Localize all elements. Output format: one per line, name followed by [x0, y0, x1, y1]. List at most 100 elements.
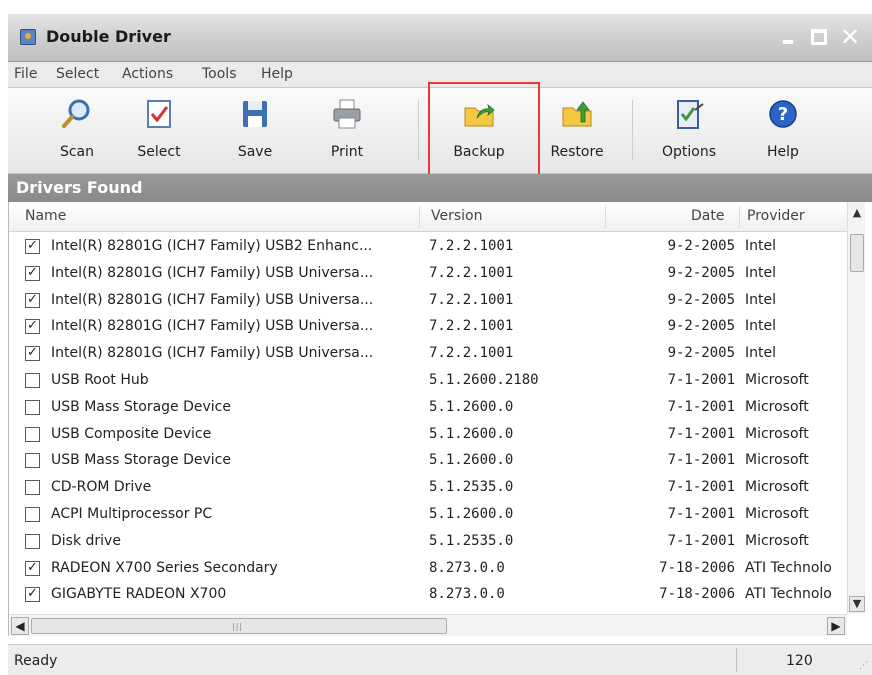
- driver-provider: Microsoft: [745, 398, 809, 415]
- driver-provider: Intel: [745, 345, 776, 362]
- driver-provider: Intel: [745, 264, 776, 281]
- scroll-up-icon[interactable]: ▲: [849, 206, 865, 224]
- row-checkbox[interactable]: [25, 372, 40, 388]
- table-row[interactable]: CD-ROM Drive 5.1.2535.0 7-1-2001 Microsoft: [9, 475, 847, 502]
- options-button[interactable]: Options: [654, 94, 724, 168]
- row-checkbox[interactable]: ✓: [25, 239, 40, 254]
- driver-version: 5.1.2535.0: [429, 479, 514, 496]
- row-checkbox[interactable]: ✓: [25, 560, 40, 576]
- table-row[interactable]: USB Mass Storage Device 5.1.2600.0 7-1-200…: [9, 395, 847, 422]
- table-row[interactable]: USB Mass Storage Device 5.1.2600.0 7-1-200…: [9, 448, 847, 475]
- scroll-right-icon[interactable]: ▶: [827, 617, 845, 635]
- driver-version: 7.2.2.1001: [429, 345, 514, 362]
- driver-date: 9-2-2005: [667, 291, 735, 308]
- vertical-scrollbar[interactable]: ▲ ▼: [847, 202, 865, 614]
- driver-date: 7-18-2006: [659, 586, 735, 603]
- table-row[interactable]: ✓ Intel(R) 82801G (ICH7 Family) USB Unive…: [9, 261, 847, 288]
- status-text: Ready: [14, 653, 58, 669]
- driver-provider: Microsoft: [745, 532, 809, 549]
- row-checkbox[interactable]: ✓: [25, 587, 40, 603]
- close-button[interactable]: ✕: [837, 23, 863, 51]
- driver-name: Intel(R) 82801G (ICH7 Family) USB Univer…: [51, 264, 374, 281]
- help-button[interactable]: ? Help: [748, 94, 818, 168]
- driver-name: Disk drive: [51, 532, 121, 549]
- drivers-found-header: Drivers Found: [8, 174, 872, 202]
- driver-name: USB Mass Storage Device: [51, 398, 231, 415]
- row-checkbox[interactable]: ✓: [25, 265, 40, 281]
- row-checkbox[interactable]: [25, 533, 40, 549]
- vertical-scroll-thumb[interactable]: [850, 234, 864, 272]
- menu-help[interactable]: Help: [261, 66, 293, 82]
- toolbar: Scan Select Save Print Backup Restore Op…: [8, 88, 872, 174]
- driver-date: 7-18-2006: [659, 559, 735, 576]
- driver-date: 7-1-2001: [667, 452, 735, 469]
- driver-name: Intel(R) 82801G (ICH7 Family) USB2 Enhan…: [51, 238, 373, 254]
- table-row[interactable]: ✓ Intel(R) 82801G (ICH7 Family) USB2 Enha…: [9, 234, 847, 261]
- column-divider[interactable]: [605, 206, 606, 228]
- menu-actions[interactable]: Actions: [122, 66, 173, 82]
- save-button[interactable]: Save: [220, 94, 290, 168]
- column-name[interactable]: Name: [25, 208, 66, 224]
- table-row[interactable]: ✓ Intel(R) 82801G (ICH7 Family) USB Unive…: [9, 314, 847, 341]
- driver-name: USB Root Hub: [51, 371, 149, 388]
- menu-select[interactable]: Select: [56, 66, 99, 82]
- driver-version: 7.2.2.1001: [429, 264, 514, 281]
- scroll-left-icon[interactable]: ◀: [11, 617, 29, 635]
- toolbar-separator: [418, 100, 419, 160]
- restore-label: Restore: [550, 144, 604, 160]
- column-version[interactable]: Version: [431, 208, 482, 224]
- driver-date: 9-2-2005: [667, 238, 735, 254]
- row-checkbox[interactable]: [25, 506, 40, 522]
- select-button[interactable]: Select: [124, 94, 194, 168]
- column-divider[interactable]: [419, 206, 420, 228]
- row-checkbox[interactable]: ✓: [25, 319, 40, 335]
- menu-file[interactable]: File: [14, 66, 37, 82]
- table-row[interactable]: ACPI Multiprocessor PC 5.1.2600.0 7-1-2001…: [9, 502, 847, 529]
- row-checkbox[interactable]: ✓: [25, 292, 40, 308]
- menu-tools[interactable]: Tools: [202, 66, 237, 82]
- help-label: Help: [767, 144, 799, 160]
- table-row[interactable]: ✓ GIGABYTE RADEON X700 8.273.0.0 7-18-2006 A…: [9, 582, 847, 609]
- minimize-icon: [783, 40, 793, 44]
- table-row[interactable]: USB Composite Device 5.1.2600.0 7-1-2001 Mi…: [9, 422, 847, 449]
- maximize-button[interactable]: [806, 24, 832, 50]
- driver-provider: ATI Technolo: [745, 559, 832, 576]
- resize-grip-icon[interactable]: ⋰: [859, 661, 868, 671]
- minimize-button[interactable]: [775, 24, 801, 50]
- row-checkbox[interactable]: [25, 453, 40, 469]
- row-checkbox[interactable]: [25, 426, 40, 442]
- column-date[interactable]: Date: [691, 208, 724, 224]
- close-icon: ✕: [839, 23, 861, 51]
- row-checkbox[interactable]: [25, 480, 40, 496]
- floppy-save-icon: [243, 101, 267, 127]
- row-checkbox[interactable]: [25, 399, 40, 415]
- scroll-down-icon[interactable]: ▼: [849, 596, 865, 612]
- maximize-icon: [811, 29, 827, 45]
- driver-date: 7-1-2001: [667, 398, 735, 415]
- backup-button[interactable]: Backup: [444, 94, 514, 168]
- column-provider[interactable]: Provider: [747, 208, 805, 224]
- table-row[interactable]: ✓ RADEON X700 Series Secondary 8.273.0.0 7-…: [9, 556, 847, 583]
- horizontal-scroll-thumb[interactable]: |||: [31, 618, 447, 634]
- status-divider: [736, 648, 737, 672]
- options-label: Options: [661, 144, 717, 160]
- driver-provider: Microsoft: [745, 505, 809, 522]
- driver-version: 5.1.2600.2180: [429, 371, 539, 388]
- driver-version: 8.273.0.0: [429, 559, 505, 576]
- table-row[interactable]: ✓ Intel(R) 82801G (ICH7 Family) USB Unive…: [9, 288, 847, 315]
- driver-date: 9-2-2005: [667, 264, 735, 281]
- restore-button[interactable]: Restore: [542, 94, 612, 168]
- backup-label: Backup: [453, 144, 505, 160]
- horizontal-scrollbar[interactable]: ◀ ||| ▶: [9, 614, 847, 636]
- window-title: Double Driver: [46, 27, 171, 46]
- column-divider[interactable]: [739, 206, 740, 228]
- print-button[interactable]: Print: [312, 94, 382, 168]
- list-header: Name Version Date Provider: [9, 202, 847, 232]
- row-checkbox[interactable]: ✓: [25, 346, 40, 362]
- table-row[interactable]: USB Root Hub 5.1.2600.2180 7-1-2001 Microso…: [9, 368, 847, 395]
- table-row[interactable]: Disk drive 5.1.2535.0 7-1-2001 Microsoft: [9, 529, 847, 556]
- scan-label: Scan: [59, 144, 95, 160]
- table-row[interactable]: ✓ Intel(R) 82801G (ICH7 Family) USB Unive…: [9, 341, 847, 368]
- scan-button[interactable]: Scan: [42, 94, 112, 168]
- select-check-icon: [147, 100, 171, 128]
